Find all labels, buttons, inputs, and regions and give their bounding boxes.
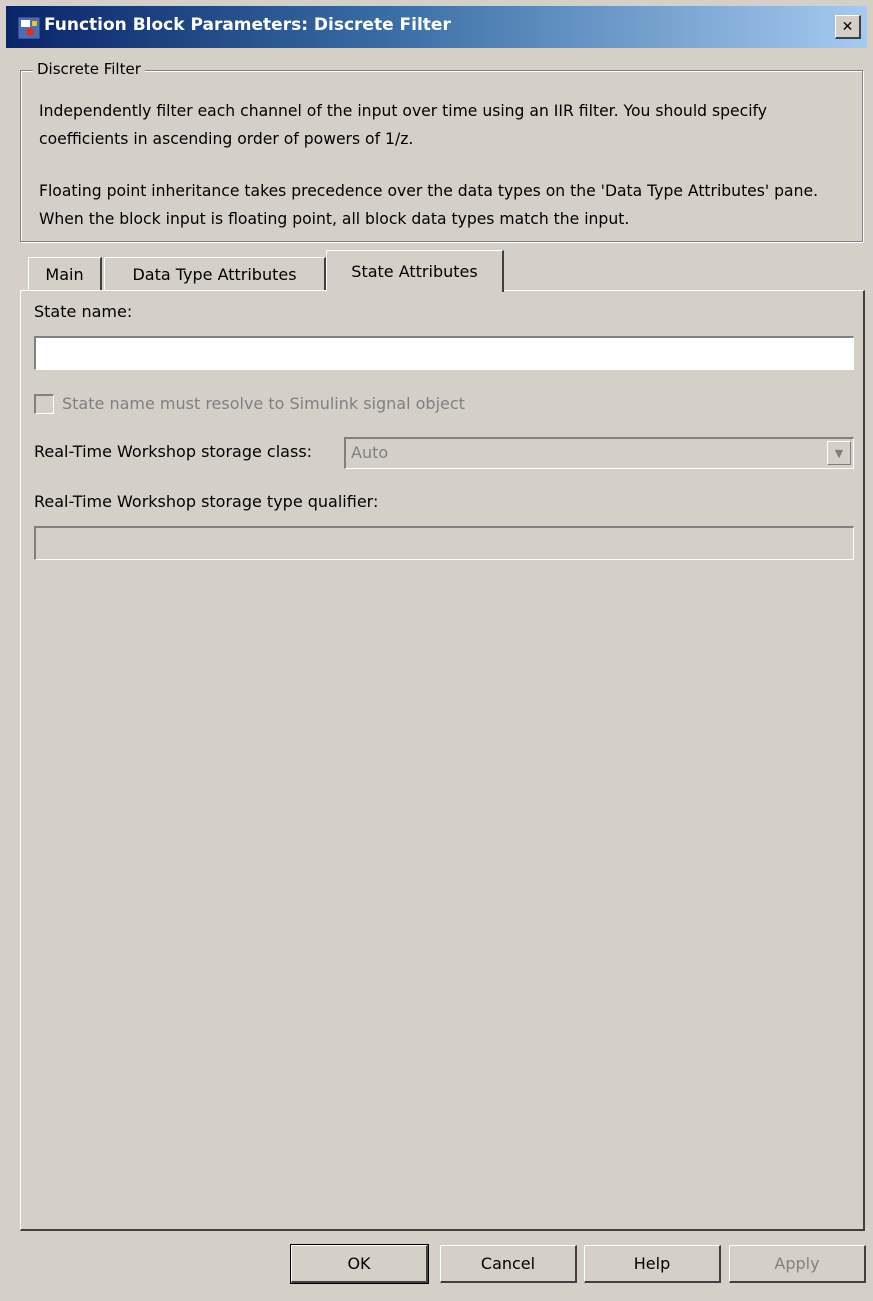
close-button[interactable]: ✕: [835, 15, 861, 39]
storage-class-select[interactable]: Auto ▼: [344, 437, 854, 469]
ok-button-label: OK: [347, 1254, 371, 1273]
help-button-label: Help: [633, 1254, 671, 1273]
apply-button[interactable]: Apply: [729, 1245, 866, 1283]
tab-data-type-attributes[interactable]: Data Type Attributes: [104, 257, 326, 290]
chevron-down-icon[interactable]: ▼: [827, 441, 851, 465]
state-name-input[interactable]: [34, 336, 854, 370]
type-qualifier-label: Real-Time Workshop storage type qualifie…: [34, 492, 379, 511]
tab-main[interactable]: Main: [28, 257, 102, 290]
description-text-inheritance: Floating point inheritance takes precede…: [39, 182, 819, 228]
tab-label: State Attributes: [351, 262, 478, 281]
description-text: Independently filter each channel of the…: [39, 102, 767, 148]
apply-button-label: Apply: [774, 1254, 820, 1273]
simulink-block-icon: [18, 17, 40, 39]
ok-button[interactable]: OK: [290, 1244, 429, 1284]
tab-label: Data Type Attributes: [132, 264, 297, 284]
window-title: Function Block Parameters: Discrete Filt…: [44, 15, 451, 35]
close-icon: ✕: [841, 18, 854, 35]
state-name-label: State name:: [34, 302, 133, 321]
resolve-signal-checkbox[interactable]: [34, 394, 54, 414]
title-bar[interactable]: Function Block Parameters: Discrete Filt…: [6, 6, 867, 48]
dialog-window: Function Block Parameters: Discrete Filt…: [0, 0, 873, 1301]
tab-panel: [20, 290, 865, 1231]
tab-state-attributes[interactable]: State Attributes: [326, 250, 504, 292]
type-qualifier-input[interactable]: [34, 526, 854, 560]
storage-class-value: Auto: [351, 443, 389, 462]
cancel-button-label: Cancel: [480, 1254, 536, 1273]
description-group: Discrete Filter Independently filter eac…: [20, 60, 863, 242]
tab-label: Main: [45, 264, 84, 284]
cancel-button[interactable]: Cancel: [440, 1245, 577, 1283]
resolve-signal-label: State name must resolve to Simulink sign…: [62, 394, 465, 413]
help-button[interactable]: Help: [584, 1245, 721, 1283]
group-title: Discrete Filter: [33, 60, 145, 78]
storage-class-label: Real-Time Workshop storage class:: [34, 442, 313, 461]
